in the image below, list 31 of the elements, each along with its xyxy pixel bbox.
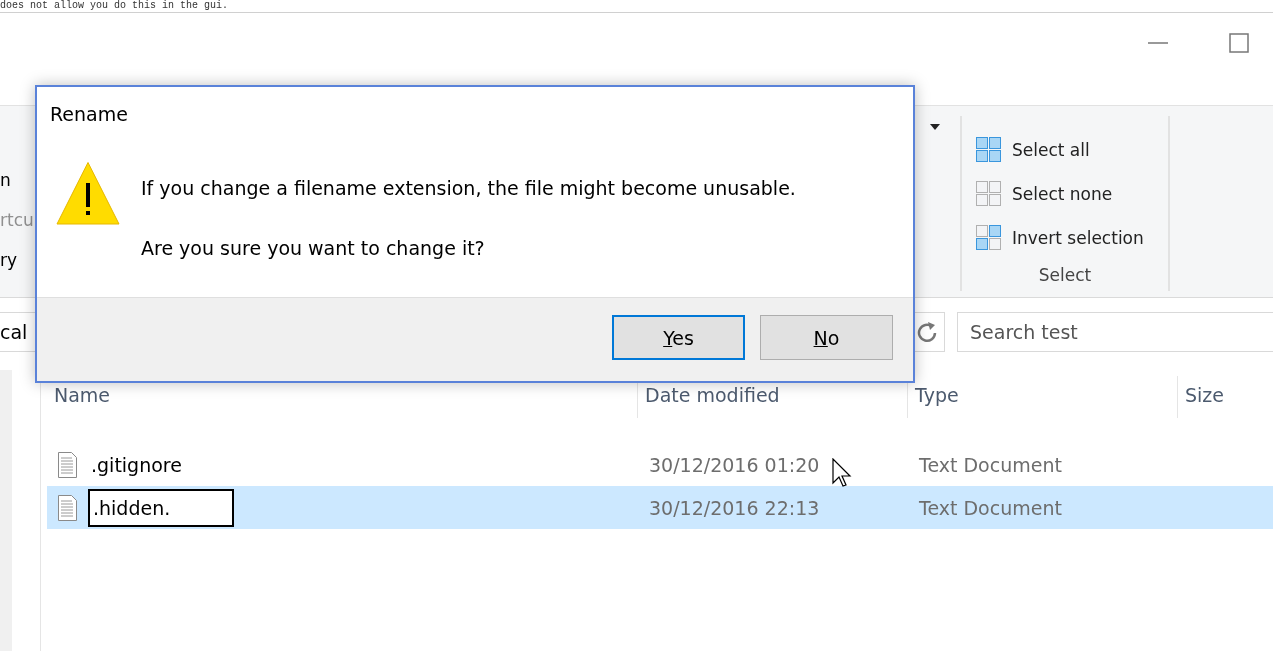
search-field[interactable]: Search test <box>957 312 1273 352</box>
file-type: Text Document <box>919 453 1062 476</box>
ribbon-command[interactable]: Select all <box>976 128 1168 172</box>
file-row[interactable]: .hidden. 30/12/2016 22:13 Text Document <box>47 486 1273 529</box>
date-modified: 30/12/2016 01:20 <box>649 453 820 476</box>
invert-selection-icon <box>976 225 1002 251</box>
refresh-icon <box>916 321 938 343</box>
rename-field[interactable]: .hidden. <box>88 488 234 527</box>
date-modified: 30/12/2016 22:13 <box>649 496 820 519</box>
warning-icon <box>55 161 121 227</box>
dialog-question: Are you sure you want to change it? <box>141 237 486 259</box>
select-all-icon <box>976 137 1002 163</box>
ribbon-command[interactable]: Select none <box>976 172 1168 216</box>
document-icon <box>57 450 78 479</box>
dialog-button[interactable]: No <box>760 315 893 360</box>
dialog-message: If you change a filename extension, the file might become unusable. <box>141 177 796 199</box>
background-text: does not allow you do this in the gui. <box>0 0 229 12</box>
ribbon-command[interactable]: Invert selection <box>976 216 1168 260</box>
dialog-button[interactable]: Yes <box>612 315 745 360</box>
group-title: Select <box>1038 265 1092 287</box>
select-none-icon <box>976 181 1002 207</box>
cursor-icon <box>832 458 852 488</box>
ribbon-label: rtcu <box>0 210 35 230</box>
maximize-icon[interactable] <box>1229 33 1249 53</box>
caret-icon[interactable] <box>930 124 940 130</box>
document-icon <box>57 493 78 522</box>
dialog-title: Rename <box>49 102 129 127</box>
file-row[interactable]: .gitignore 30/12/2016 01:20 Text Document <box>47 443 1273 486</box>
file-type: Text Document <box>919 496 1062 519</box>
file-name: .gitignore <box>90 452 183 478</box>
column-header[interactable]: Size <box>1177 376 1273 418</box>
